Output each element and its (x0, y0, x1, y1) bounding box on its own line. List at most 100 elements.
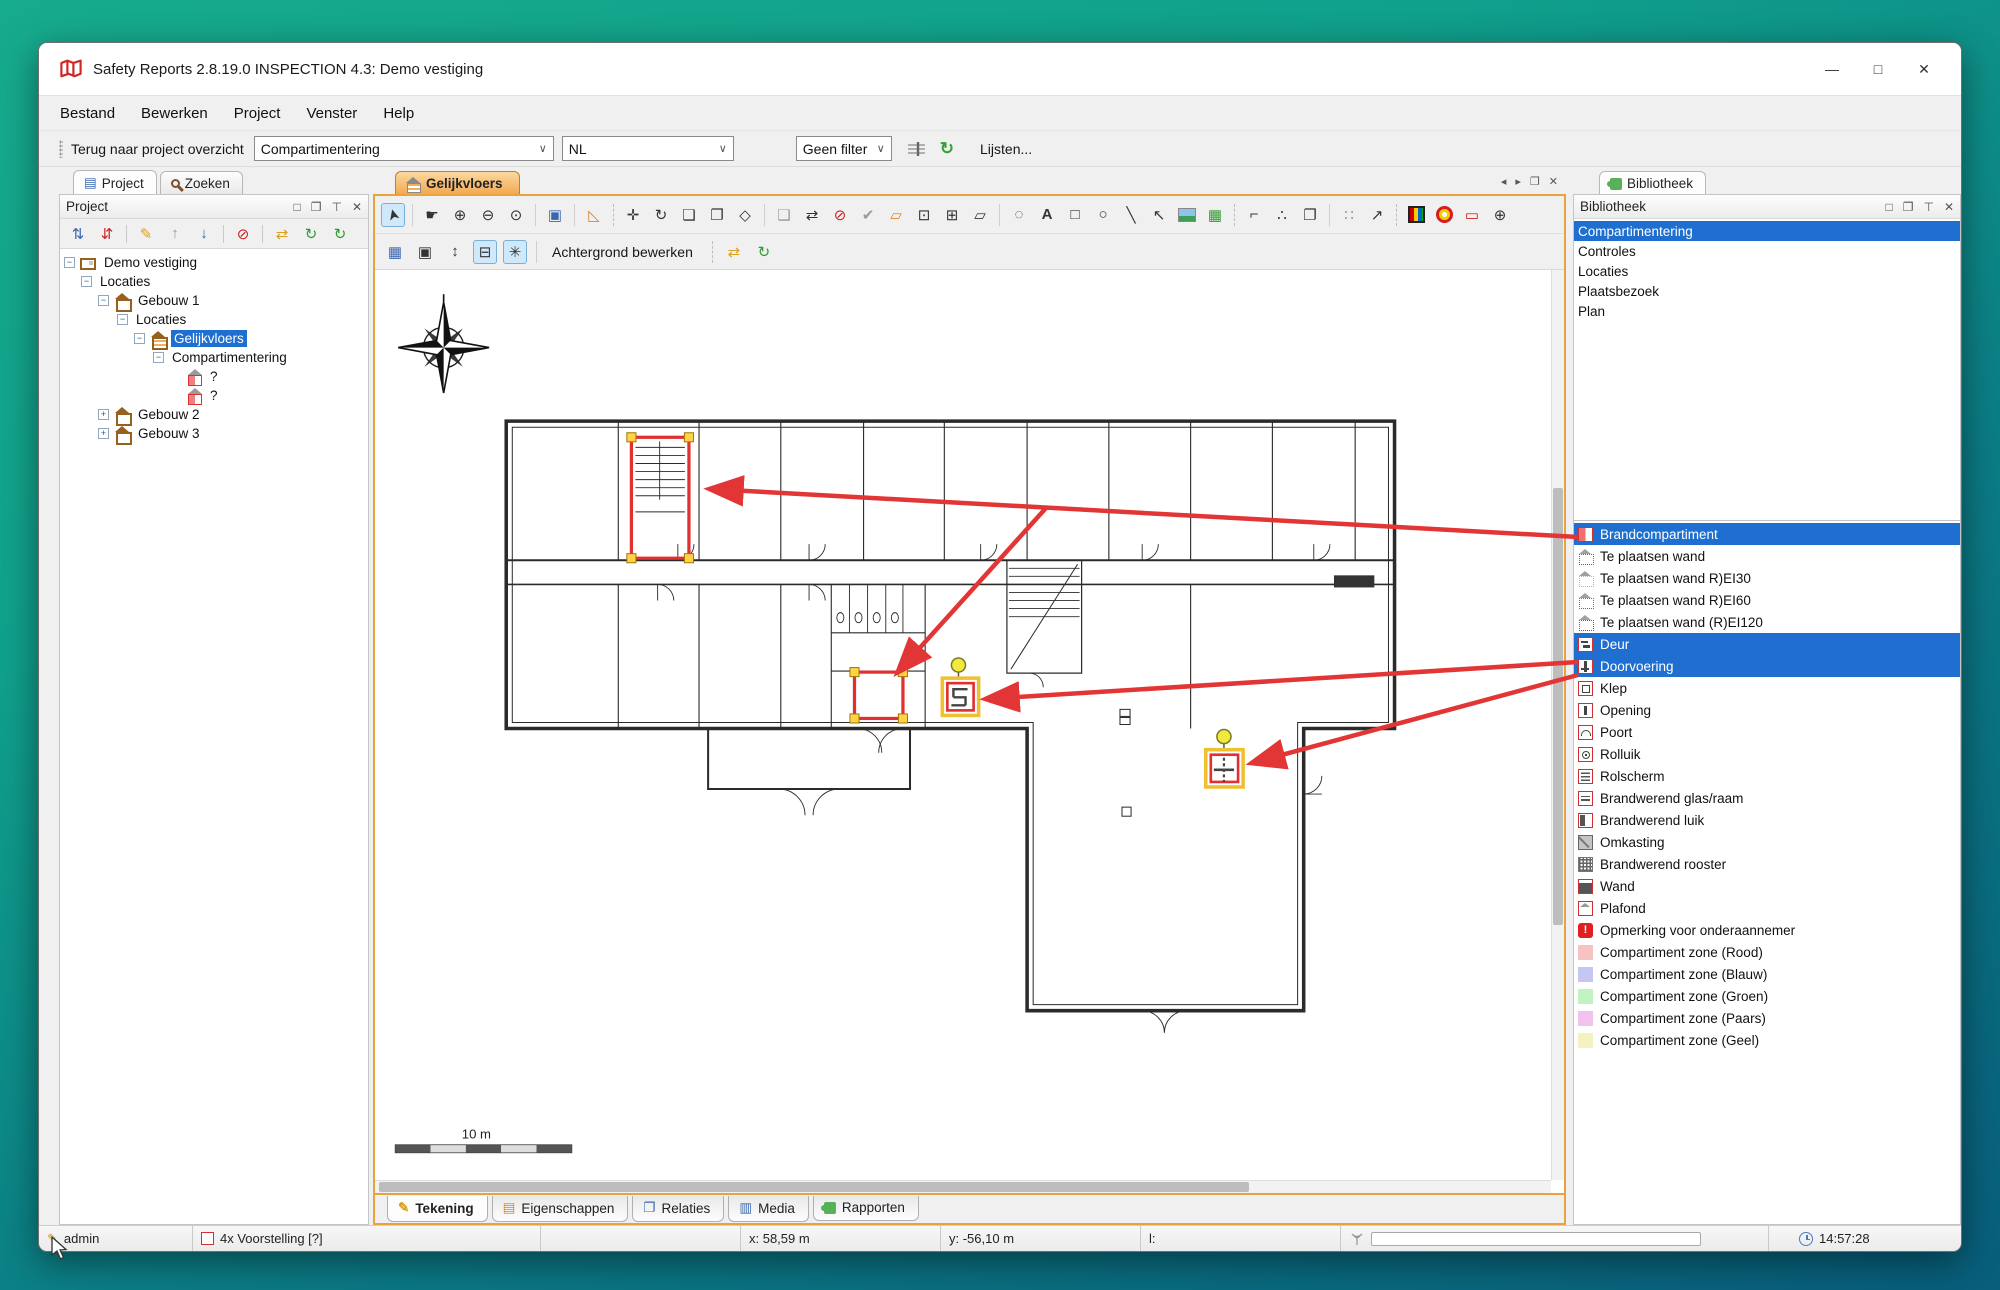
edit-icon[interactable]: ✎ (136, 225, 156, 243)
tab-eigenschappen[interactable]: ▤ Eigenschappen (492, 1196, 629, 1222)
tab-project[interactable]: ▤ Project (73, 170, 157, 194)
tab-media[interactable]: ▥ Media (728, 1196, 809, 1222)
tab-zoeken[interactable]: Zoeken (160, 171, 243, 194)
lists-button[interactable]: Lijsten... (980, 141, 1032, 157)
tree-item[interactable]: − Demo vestiging (62, 253, 366, 272)
block-icon[interactable]: ⊘ (233, 225, 253, 243)
category-item[interactable]: Locaties (1574, 261, 1960, 281)
category-item[interactable]: Plan (1574, 301, 1960, 321)
forbidden-icon[interactable]: ⊘ (828, 203, 852, 227)
snap-star-icon[interactable]: ✳ (503, 240, 527, 264)
tree-label[interactable]: Compartimentering (169, 349, 290, 366)
tree-label[interactable]: Locaties (97, 273, 153, 290)
panel-close-button[interactable]: ✕ (1944, 200, 1954, 214)
tree-label[interactable]: Demo vestiging (101, 254, 200, 271)
tree-label[interactable]: ? (207, 368, 221, 385)
tree-label[interactable]: Gebouw 1 (135, 292, 203, 309)
panel-float-button[interactable]: ❐ (311, 200, 322, 214)
jump-icon[interactable]: ↗ (1365, 203, 1389, 227)
refresh-icon[interactable]: ↻ (940, 139, 954, 159)
tree-item[interactable]: + Gebouw 2 (62, 405, 366, 424)
tree-item[interactable]: ? (62, 386, 366, 405)
sort-tree-icon[interactable]: ⇅ (68, 225, 88, 243)
tree-toggle[interactable]: − (134, 333, 145, 344)
category-select[interactable]: Compartimentering ∨ (254, 136, 554, 161)
tree-label[interactable]: Gebouw 2 (135, 406, 203, 423)
tab-rapporten[interactable]: Rapporten (813, 1196, 919, 1221)
grid-icon[interactable]: ▦ (383, 240, 407, 264)
horizontal-scrollbar[interactable] (375, 1180, 1551, 1193)
library-item[interactable]: Brandwerend luik (1574, 809, 1960, 831)
tab-close-icon[interactable]: ✕ (1549, 175, 1558, 188)
library-item[interactable]: Compartiment zone (Geel) (1574, 1029, 1960, 1051)
sync-icon[interactable]: ⇄ (272, 225, 292, 243)
vertical-arrow-icon[interactable]: ↕ (443, 240, 467, 264)
library-item[interactable]: Omkasting (1574, 831, 1960, 853)
edit-background-button[interactable]: Achtergrond bewerken (552, 244, 693, 260)
library-item[interactable]: Te plaatsen wand R)EI60 (1574, 589, 1960, 611)
target-icon[interactable] (1432, 203, 1456, 227)
refresh-icon[interactable]: ↻ (752, 240, 776, 264)
tree-item-selected[interactable]: − Gelijkvloers (62, 329, 366, 348)
category-item[interactable]: Compartimentering (1574, 221, 1960, 241)
zoom-out-icon[interactable]: ⊖ (476, 203, 500, 227)
zoom-in-icon[interactable]: ⊕ (448, 203, 472, 227)
library-item[interactable]: Brandcompartiment (1574, 523, 1960, 545)
tree-item[interactable]: − Locaties (62, 272, 366, 291)
image-tool-icon[interactable] (1175, 203, 1199, 227)
move-up-icon[interactable]: ↑ (165, 225, 185, 242)
category-item[interactable]: Controles (1574, 241, 1960, 261)
select-area-icon[interactable]: ⊡ (912, 203, 936, 227)
language-select[interactable]: NL ∨ (562, 136, 734, 161)
menu-bewerken[interactable]: Bewerken (128, 99, 221, 128)
select-tool-icon[interactable]: ➤ (381, 203, 405, 227)
refresh-add-icon[interactable]: ↻ (301, 225, 321, 243)
tree-label[interactable]: Gebouw 3 (135, 425, 203, 442)
maximize-button[interactable]: □ (1855, 52, 1901, 86)
ellipse-tool-icon[interactable]: ○ (1091, 203, 1115, 227)
text-tool-icon[interactable]: A (1035, 203, 1059, 227)
panel-close-button[interactable]: ✕ (352, 200, 362, 214)
tree-toggle[interactable]: − (153, 352, 164, 363)
compass-tool-icon[interactable]: ⊕ (1488, 203, 1512, 227)
zoom-window-icon[interactable]: ⊙ (504, 203, 528, 227)
library-item[interactable]: Compartiment zone (Groen) (1574, 985, 1960, 1007)
move-tool-icon[interactable]: ✛ (621, 203, 645, 227)
tree-toggle[interactable]: + (98, 409, 109, 420)
tree-item[interactable]: − Gebouw 1 (62, 291, 366, 310)
tab-gelijkvloers[interactable]: Gelijkvloers (395, 171, 520, 194)
tab-tekening[interactable]: ✎ Tekening (387, 1196, 488, 1222)
panel-pin-button[interactable]: ⊤ (331, 200, 341, 214)
category-item[interactable]: Plaatsbezoek (1574, 281, 1960, 301)
rect-tool-icon[interactable]: □ (1063, 203, 1087, 227)
duplicate-icon[interactable]: ❏ (772, 203, 796, 227)
sync-icon[interactable]: ⇄ (722, 240, 746, 264)
move-down-icon[interactable]: ↓ (194, 225, 214, 242)
tree-toggle[interactable]: − (98, 295, 109, 306)
deform-icon[interactable]: ▱ (968, 203, 992, 227)
tree-label[interactable]: ? (207, 387, 221, 404)
tree-toggle[interactable]: − (117, 314, 128, 325)
tab-prev-icon[interactable]: ◂ (1501, 175, 1507, 188)
library-item[interactable]: Rolscherm (1574, 765, 1960, 787)
line-tool-icon[interactable]: ╲ (1119, 203, 1143, 227)
snap-object-icon[interactable]: ❐ (1298, 203, 1322, 227)
library-item[interactable]: Te plaatsen wand R)EI30 (1574, 567, 1960, 589)
library-item[interactable]: Klep (1574, 677, 1960, 699)
tree-item[interactable]: − Compartimentering (62, 348, 366, 367)
library-item[interactable]: Brandwerend rooster (1574, 853, 1960, 875)
library-item[interactable]: Compartiment zone (Rood) (1574, 941, 1960, 963)
tree-item[interactable]: − Locaties (62, 310, 366, 329)
filter-settings-icon[interactable] (906, 140, 928, 158)
vertical-scrollbar-thumb[interactable] (1553, 488, 1563, 925)
bring-front-icon[interactable]: ❏ (677, 203, 701, 227)
tree-item[interactable]: + Gebouw 3 (62, 424, 366, 443)
panel-maximize-button[interactable]: □ (293, 200, 300, 214)
rotate-tool-icon[interactable]: ↻ (649, 203, 673, 227)
library-item[interactable]: Doorvoering (1574, 655, 1960, 677)
tab-relaties[interactable]: ❐ Relaties (632, 1196, 724, 1222)
red-rect-icon[interactable]: ▭ (1460, 203, 1484, 227)
minimize-button[interactable]: — (1809, 52, 1855, 86)
library-item[interactable]: Plafond (1574, 897, 1960, 919)
tree-label[interactable]: Gelijkvloers (171, 330, 247, 347)
